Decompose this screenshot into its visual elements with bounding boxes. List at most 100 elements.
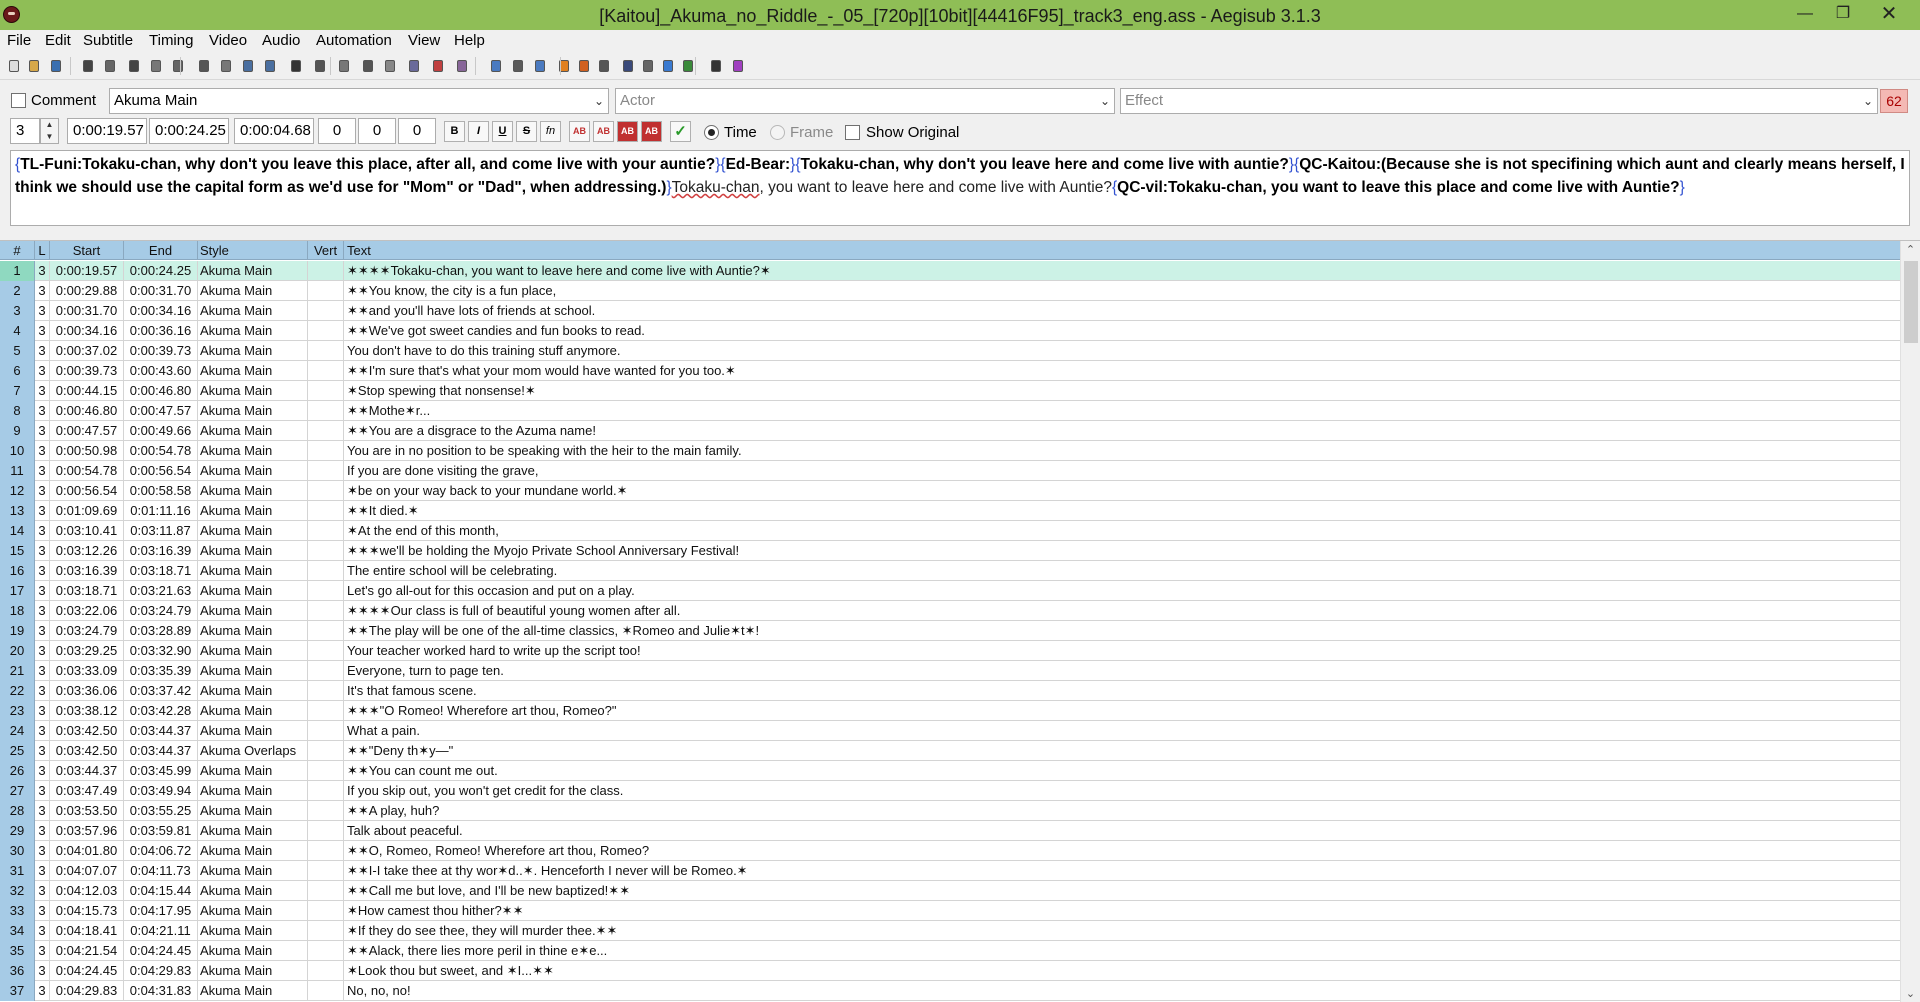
check-icon[interactable] (680, 58, 696, 74)
menu-timing[interactable]: Timing (149, 32, 193, 49)
keyframe-icon[interactable] (620, 58, 636, 74)
find-replace-icon[interactable] (126, 58, 142, 74)
time-radio[interactable] (704, 125, 719, 140)
table-row[interactable]: 17 3 0:03:18.71 0:03:21.63 Akuma Main Let's g… (0, 581, 1900, 601)
table-row[interactable]: 15 3 0:03:12.26 0:03:16.39 Akuma Main ✶✶✶we'l… (0, 541, 1900, 561)
table-row[interactable]: 36 3 0:04:24.45 0:04:29.83 Akuma Main ✶Look t… (0, 961, 1900, 981)
table-row[interactable]: 6 3 0:00:39.73 0:00:43.60 Akuma Main ✶✶I'm su… (0, 361, 1900, 381)
find-icon[interactable] (102, 58, 118, 74)
spell-checker-icon[interactable] (360, 58, 376, 74)
shift-times-icon[interactable] (382, 58, 398, 74)
table-row[interactable]: 14 3 0:03:10.41 0:03:11.87 Akuma Main ✶At the… (0, 521, 1900, 541)
duration-field[interactable]: 0:00:04.68 (234, 118, 314, 144)
table-row[interactable]: 34 3 0:04:18.41 0:04:21.11 Akuma Main ✶If the… (0, 921, 1900, 941)
header-vert[interactable]: Vert (308, 241, 344, 260)
strikeout-button[interactable]: S (516, 121, 537, 142)
video-start-icon[interactable] (576, 58, 592, 74)
maximize-button[interactable]: ❐ (1820, 0, 1866, 30)
menu-view[interactable]: View (408, 32, 440, 49)
table-row[interactable]: 19 3 0:03:24.79 0:03:28.89 Akuma Main ✶✶The p… (0, 621, 1900, 641)
table-row[interactable]: 37 3 0:04:29.83 0:04:31.83 Akuma Main No, no,… (0, 981, 1900, 1001)
table-row[interactable]: 33 3 0:04:15.73 0:04:17.95 Akuma Main ✶How ca… (0, 901, 1900, 921)
margin-vertical-field[interactable]: 0 (398, 118, 436, 144)
table-row[interactable]: 27 3 0:03:47.49 0:03:49.94 Akuma Main If you … (0, 781, 1900, 801)
table-row[interactable]: 2 3 0:00:29.88 0:00:31.70 Akuma Main ✶✶You kn… (0, 281, 1900, 301)
header-style[interactable]: Style (198, 241, 308, 260)
table-row[interactable]: 11 3 0:00:54.78 0:00:56.54 Akuma Main If you … (0, 461, 1900, 481)
header-end[interactable]: End (124, 241, 198, 260)
video-end-icon[interactable] (596, 58, 612, 74)
effect-select[interactable]: Effect ⌄ (1120, 88, 1878, 114)
table-row[interactable]: 13 3 0:01:09.69 0:01:11.16 Akuma Main ✶✶It di… (0, 501, 1900, 521)
menu-subtitle[interactable]: Subtitle (83, 32, 133, 49)
table-row[interactable]: 25 3 0:03:42.50 0:03:44.37 Akuma Overlaps ✶✶"… (0, 741, 1900, 761)
attachments-icon[interactable] (170, 58, 186, 74)
margin-right-field[interactable]: 0 (358, 118, 396, 144)
snap-end-icon[interactable] (532, 58, 548, 74)
menu-audio[interactable]: Audio (262, 32, 300, 49)
scrollbar-thumb[interactable] (1904, 261, 1918, 343)
help-icon[interactable] (730, 58, 746, 74)
table-row[interactable]: 35 3 0:04:21.54 0:04:24.45 Akuma Main ✶✶Alack… (0, 941, 1900, 961)
header-num[interactable]: # (0, 241, 35, 260)
style-select[interactable]: Akuma Main ⌄ (109, 88, 609, 114)
table-row[interactable]: 10 3 0:00:50.98 0:00:54.78 Akuma Main You are… (0, 441, 1900, 461)
font-button[interactable]: fn (540, 121, 561, 142)
table-row[interactable]: 3 3 0:00:31.70 0:00:34.16 Akuma Main ✶✶and yo… (0, 301, 1900, 321)
table-row[interactable]: 32 3 0:04:12.03 0:04:15.44 Akuma Main ✶✶Call … (0, 881, 1900, 901)
scroll-up-icon[interactable]: ⌃ (1901, 241, 1920, 259)
table-row[interactable]: 20 3 0:03:29.25 0:03:32.90 Akuma Main Your te… (0, 641, 1900, 661)
shadow-color-button[interactable]: AB (641, 121, 662, 142)
commit-button[interactable]: ✓ (670, 121, 691, 142)
styling-assistant-icon[interactable] (240, 58, 256, 74)
styles-manager-icon[interactable] (148, 58, 164, 74)
secondary-color-button[interactable]: AB (593, 121, 614, 142)
options-icon[interactable] (454, 58, 470, 74)
table-row[interactable]: 12 3 0:00:56.54 0:00:58.58 Akuma Main ✶be on … (0, 481, 1900, 501)
tools-icon[interactable] (708, 58, 724, 74)
underline-button[interactable]: U (492, 121, 513, 142)
outline-color-button[interactable]: AB (617, 121, 638, 142)
show-original-checkbox[interactable] (845, 125, 860, 140)
zoom-icon[interactable] (488, 58, 504, 74)
menu-automation[interactable]: Automation (316, 32, 392, 49)
fonts-collector-icon[interactable] (196, 58, 212, 74)
bold-button[interactable]: B (444, 121, 465, 142)
table-row[interactable]: 24 3 0:03:42.50 0:03:44.37 Akuma Main What a … (0, 721, 1900, 741)
sort-icon[interactable] (660, 58, 676, 74)
layer-spinner[interactable]: ▲ ▼ (40, 118, 59, 144)
scroll-down-icon[interactable]: ⌄ (1901, 985, 1920, 1002)
grid-scrollbar[interactable]: ⌃ ⌄ (1900, 241, 1920, 1002)
close-button[interactable]: ✕ (1866, 0, 1912, 30)
margin-left-field[interactable]: 0 (318, 118, 356, 144)
table-row[interactable]: 7 3 0:00:44.15 0:00:46.80 Akuma Main ✶Stop sp… (0, 381, 1900, 401)
table-row[interactable]: 30 3 0:04:01.80 0:04:06.72 Akuma Main ✶✶O, Ro… (0, 841, 1900, 861)
table-row[interactable]: 29 3 0:03:57.96 0:03:59.81 Akuma Main Talk ab… (0, 821, 1900, 841)
table-row[interactable]: 9 3 0:00:47.57 0:00:49.66 Akuma Main ✶✶You ar… (0, 421, 1900, 441)
comment-checkbox[interactable] (11, 93, 26, 108)
actor-select[interactable]: Actor ⌄ (615, 88, 1115, 114)
video-jump-icon[interactable] (556, 58, 572, 74)
header-start[interactable]: Start (50, 241, 124, 260)
menu-video[interactable]: Video (209, 32, 247, 49)
properties-icon[interactable] (218, 58, 234, 74)
menu-help[interactable]: Help (454, 32, 485, 49)
jump-to-icon[interactable] (80, 58, 96, 74)
subtitle-text-editor[interactable]: {TL-Funi:Tokaku-chan, why don't you leav… (10, 150, 1910, 226)
table-row[interactable]: 8 3 0:00:46.80 0:00:47.57 Akuma Main ✶✶Mothe✶… (0, 401, 1900, 421)
layer-field[interactable]: 3 (10, 118, 40, 144)
table-row[interactable]: 28 3 0:03:53.50 0:03:55.25 Akuma Main ✶✶A pla… (0, 801, 1900, 821)
snap-start-icon[interactable] (510, 58, 526, 74)
kanji-timer-icon[interactable] (336, 58, 352, 74)
frame-radio[interactable] (770, 125, 785, 140)
table-row[interactable]: 4 3 0:00:34.16 0:00:36.16 Akuma Main ✶✶We've … (0, 321, 1900, 341)
table-row[interactable]: 5 3 0:00:37.02 0:00:39.73 Akuma Main You don'… (0, 341, 1900, 361)
table-row[interactable]: 21 3 0:03:33.09 0:03:35.39 Akuma Main Everyon… (0, 661, 1900, 681)
table-row[interactable]: 31 3 0:04:07.07 0:04:11.73 Akuma Main ✶✶I-I t… (0, 861, 1900, 881)
start-time-field[interactable]: 0:00:19.57 (67, 118, 147, 144)
resample-icon[interactable] (288, 58, 304, 74)
end-time-field[interactable]: 0:00:24.25 (149, 118, 229, 144)
table-row[interactable]: 23 3 0:03:38.12 0:03:42.28 Akuma Main ✶✶✶"O R… (0, 701, 1900, 721)
clock-icon[interactable] (640, 58, 656, 74)
table-row[interactable]: 16 3 0:03:16.39 0:03:18.71 Akuma Main The ent… (0, 561, 1900, 581)
